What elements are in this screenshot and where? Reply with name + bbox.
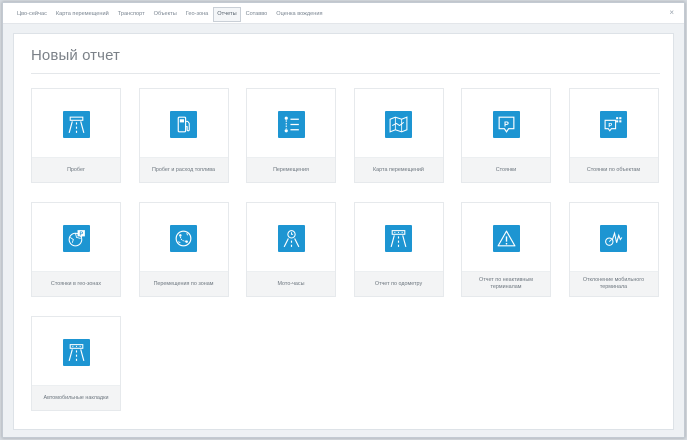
page-title: Новый отчет	[31, 47, 120, 64]
nav-tab[interactable]: Гео-зона	[182, 7, 213, 22]
parking-icon: P	[492, 110, 520, 138]
tile-label: Пробег и расход топлива	[139, 157, 228, 182]
report-tile[interactable]: Пробег и расход топлива	[138, 88, 229, 183]
report-tile[interactable]: Пробег	[31, 88, 121, 183]
tile-icon-area	[247, 203, 335, 273]
app-window: Цво-сейчас Карта перемещений Транспорт Объе…	[2, 2, 685, 438]
tile-label: Карта перемещений	[354, 157, 443, 182]
tile-icon-area	[462, 203, 550, 273]
report-tile[interactable]: Перемещения	[246, 88, 336, 183]
signal-deviation-icon	[600, 224, 627, 252]
report-tile[interactable]: P Стоянки по объектам	[568, 88, 659, 183]
tile-label: Отчет по одометру	[354, 271, 443, 296]
nav-tab[interactable]: Оценка вождения	[272, 7, 326, 22]
report-tile[interactable]: Перемещения по зонам	[138, 202, 229, 297]
tile-icon-area	[32, 317, 120, 387]
tile-icon-area	[355, 89, 443, 159]
report-tile[interactable]: Автомобильные накладки	[31, 316, 121, 411]
title-divider	[31, 73, 660, 74]
nav-tab[interactable]: Цво-сейчас	[13, 7, 51, 22]
report-tile[interactable]: P Стоянки	[461, 88, 551, 183]
report-tile[interactable]: Отчет по одометру	[353, 202, 444, 297]
nav-tab[interactable]: Отчеты	[213, 7, 241, 22]
zone-movement-icon	[170, 224, 197, 252]
report-tile[interactable]: Карта перемещений	[353, 88, 444, 183]
fuel-pump-icon	[170, 110, 197, 138]
tile-icon-area: P	[570, 89, 658, 159]
nav-tab[interactable]: Карта перемещений	[52, 7, 113, 22]
report-type-grid: Пробег Пробег и расход топлива Перемещения…	[31, 88, 663, 411]
tile-icon-area	[570, 203, 658, 273]
tile-label: Перемещения по зонам	[139, 271, 228, 296]
tile-label: Пробег	[32, 157, 120, 182]
nav-tab[interactable]: Транспорт	[114, 7, 149, 22]
svg-text:P: P	[608, 123, 612, 129]
tile-icon-area: P	[32, 203, 120, 273]
tile-icon-area	[355, 203, 443, 273]
nav-tab[interactable]: Сотавво	[242, 7, 272, 22]
report-tile[interactable]: P Стоянки в гео-зонах	[31, 202, 121, 297]
tile-icon-area	[32, 89, 120, 159]
route-list-icon	[277, 110, 305, 138]
report-tile[interactable]: Отчет по неактивным терминалам	[461, 202, 551, 297]
warning-icon	[492, 224, 520, 252]
svg-text:P: P	[79, 231, 83, 237]
tile-icon-area	[247, 89, 335, 159]
parking-geozone-icon: P	[62, 224, 90, 252]
tile-label: Перемещения	[247, 157, 335, 182]
tile-label: Стоянки	[462, 157, 550, 182]
waybill-road-icon	[62, 338, 90, 366]
tile-icon-area	[140, 89, 228, 159]
tile-label: Стоянки в гео-зонах	[32, 271, 120, 296]
tile-icon-area: P	[462, 89, 550, 159]
tile-label: Отчет по неактивным терминалам	[462, 271, 550, 296]
nav-tabs: Цво-сейчас Карта перемещений Транспорт Объе…	[13, 7, 328, 22]
report-tile[interactable]: Отклонение мобильного терминала	[568, 202, 659, 297]
report-tile[interactable]: Мото-часы	[246, 202, 336, 297]
top-navigation: Цво-сейчас Карта перемещений Транспорт Объе…	[3, 3, 684, 24]
tile-label: Автомобильные накладки	[32, 385, 120, 410]
map-icon	[385, 110, 412, 138]
engine-hours-icon	[277, 224, 305, 252]
new-report-panel: Новый отчет Пробег Пробег и расход топлив…	[13, 33, 674, 430]
tile-label: Мото-часы	[247, 271, 335, 296]
road-icon	[62, 110, 90, 138]
svg-text:P: P	[504, 119, 509, 128]
parking-objects-icon: P	[600, 110, 627, 138]
nav-tab[interactable]: Объекты	[150, 7, 181, 22]
tile-icon-area	[140, 203, 228, 273]
odometer-road-icon	[385, 224, 412, 252]
tile-label: Отклонение мобильного терминала	[569, 271, 658, 296]
tile-label: Стоянки по объектам	[569, 157, 658, 182]
close-icon[interactable]: ×	[669, 8, 674, 17]
